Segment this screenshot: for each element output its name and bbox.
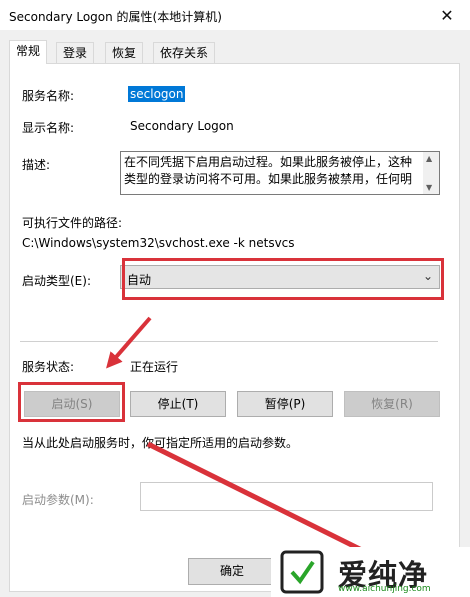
service-name-value[interactable]: seclogon (128, 86, 186, 102)
stop-button[interactable]: 停止(T) (130, 391, 226, 417)
service-status-value: 正在运行 (130, 360, 179, 374)
start-params-hint: 当从此处启动服务时，你可指定所适用的启动参数。 (22, 436, 299, 450)
title-bar: Secondary Logon 的属性(本地计算机) ✕ (0, 0, 470, 31)
description-textbox[interactable]: 在不同凭据下启用启动过程。如果此服务被停止，这种 类型的登录访问将不可用。如果此… (120, 151, 440, 195)
start-params-input[interactable] (140, 482, 433, 511)
tab-recovery[interactable]: 恢复 (105, 42, 144, 63)
tab-dependencies[interactable]: 依存关系 (153, 42, 216, 63)
section-divider (20, 341, 438, 342)
exe-path-label: 可执行文件的路径: (22, 216, 123, 230)
scroll-down-icon[interactable]: ▼ (426, 183, 432, 192)
annotation-box-startup-type (122, 258, 444, 300)
scroll-up-icon[interactable]: ▲ (426, 154, 432, 163)
description-scrollbar[interactable]: ▲ ▼ (423, 152, 439, 194)
general-tab-panel (9, 63, 460, 592)
tab-logon[interactable]: 登录 (56, 42, 95, 63)
tab-general[interactable]: 常规 (9, 40, 48, 64)
description-line-2: 类型的登录访问将不可用。如果此服务被禁用，任何明 (124, 172, 413, 186)
pause-button[interactable]: 暂停(P) (237, 391, 333, 417)
watermark: 爱纯净 www.aichunjing.com (271, 547, 470, 597)
dialog-client-area: 常规 登录 恢复 依存关系 服务名称: seclogon 显示名称: Secon… (0, 31, 470, 597)
description-line-1: 在不同凭据下启用启动过程。如果此服务被停止，这种 (124, 155, 413, 169)
brand-logo-icon (280, 550, 324, 594)
display-name-value[interactable]: Secondary Logon (130, 119, 234, 133)
description-label: 描述: (22, 158, 51, 172)
watermark-url: www.aichunjing.com (338, 584, 431, 594)
ok-button[interactable]: 确定 (188, 558, 276, 585)
start-params-label: 启动参数(M): (22, 493, 94, 507)
close-button[interactable]: ✕ (424, 0, 470, 30)
annotation-box-start-button (18, 382, 125, 422)
resume-button[interactable]: 恢复(R) (344, 391, 440, 417)
display-name-label: 显示名称: (22, 121, 75, 135)
service-status-label: 服务状态: (22, 360, 75, 374)
exe-path-value: C:\Windows\system32\svchost.exe -k netsv… (22, 236, 295, 250)
startup-type-label: 启动类型(E): (22, 274, 91, 288)
description-text: 在不同凭据下启用启动过程。如果此服务被停止，这种 类型的登录访问将不可用。如果此… (124, 154, 420, 188)
window-title: Secondary Logon 的属性(本地计算机) (9, 10, 222, 24)
service-name-label: 服务名称: (22, 89, 75, 103)
